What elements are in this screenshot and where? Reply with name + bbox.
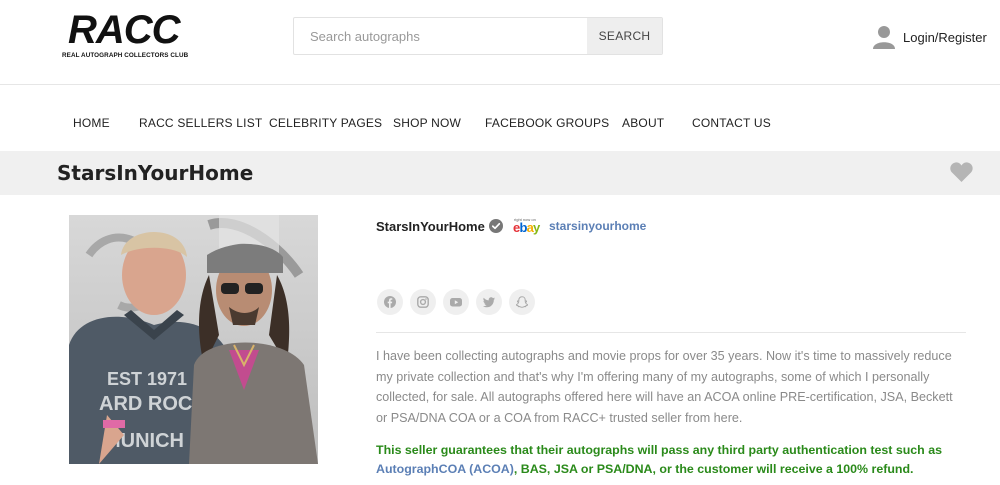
svg-text:ARD ROCK: ARD ROCK [99, 393, 207, 415]
logo-wordmark: RACC [68, 8, 181, 52]
social-links [377, 289, 542, 315]
user-avatar-icon [873, 26, 895, 49]
seller-photo: EST 1971 ARD ROCK MUNICH [69, 215, 318, 464]
twitter-icon[interactable] [476, 289, 502, 315]
ebay-logo: right now on ebay [513, 217, 543, 235]
racc-logo[interactable]: RACC REAL AUTOGRAPH COLLECTORS CLUB [62, 8, 188, 64]
ebay-store[interactable]: right now on ebay starsinyourhome [513, 216, 646, 236]
page-title: StarsInYourHome [57, 161, 254, 185]
login-register-link[interactable]: Login/Register [873, 24, 987, 50]
heart-icon[interactable] [949, 161, 974, 183]
search-button[interactable]: SEARCH [587, 18, 662, 54]
svg-text:EST 1971: EST 1971 [107, 369, 187, 389]
logo-tagline: REAL AUTOGRAPH COLLECTORS CLUB [62, 52, 189, 59]
nav-item-celebrity-pages[interactable]: CELEBRITY PAGES [269, 116, 382, 130]
site-header: RACC REAL AUTOGRAPH COLLECTORS CLUB SEAR… [0, 0, 1000, 85]
nav-item-racc-sellers-list[interactable]: RACC SELLERS LIST [139, 116, 262, 130]
section-divider [376, 332, 966, 333]
nav-item-about[interactable]: ABOUT [622, 116, 664, 130]
seller-guarantee: This seller guarantees that their autogr… [376, 441, 966, 479]
seller-bio: I have been collecting autographs and mo… [376, 349, 953, 425]
nav-item-facebook-groups[interactable]: FACEBOOK GROUPS [485, 116, 609, 130]
search-bar: SEARCH [293, 17, 663, 55]
main-nav: HOME RACC SELLERS LIST CELEBRITY PAGES S… [0, 86, 1000, 150]
nav-item-shop-now[interactable]: SHOP NOW [393, 116, 461, 130]
seller-name: StarsInYourHome [376, 218, 485, 234]
seller-photo-image: EST 1971 ARD ROCK MUNICH [69, 215, 318, 464]
facebook-icon[interactable] [377, 289, 403, 315]
seller-name-row: StarsInYourHome [376, 216, 503, 236]
ebay-store-link[interactable]: starsinyourhome [549, 219, 646, 233]
ebay-wordmark: ebay [513, 220, 540, 235]
search-input[interactable] [294, 18, 588, 54]
nav-item-home[interactable]: HOME [73, 116, 110, 130]
guarantee-text-after: , BAS, JSA or PSA/DNA, or the customer w… [513, 462, 914, 476]
login-register-label: Login/Register [903, 29, 987, 45]
guarantee-text-before: This seller guarantees that their autogr… [376, 443, 942, 457]
nav-item-contact-us[interactable]: CONTACT US [692, 116, 771, 130]
acoa-link[interactable]: AutographCOA (ACOA) [376, 462, 514, 476]
snapchat-icon[interactable] [509, 289, 535, 315]
instagram-icon[interactable] [410, 289, 436, 315]
verified-check-icon [488, 219, 503, 233]
youtube-icon[interactable] [443, 289, 469, 315]
page-title-bar: StarsInYourHome [0, 151, 1000, 195]
